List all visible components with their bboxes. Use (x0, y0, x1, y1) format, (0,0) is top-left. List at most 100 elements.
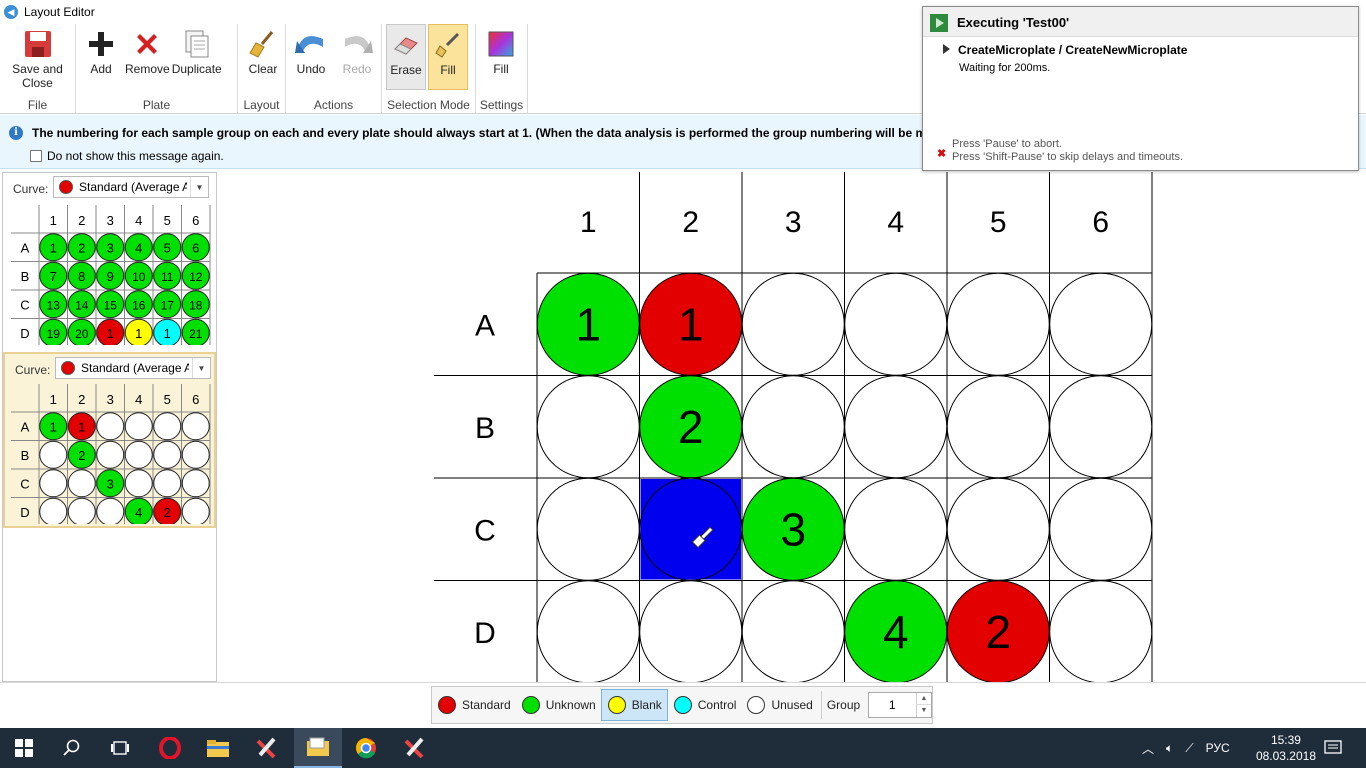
column-header: 4 (135, 213, 142, 228)
well-number: 12 (189, 270, 203, 284)
well-unused[interactable] (124, 412, 153, 441)
language-indicator[interactable]: РУС (1206, 741, 1230, 755)
well-unused[interactable] (536, 580, 640, 682)
well-unused[interactable] (39, 440, 68, 469)
remove-button[interactable]: Remove (125, 24, 170, 94)
well-unused[interactable] (536, 375, 640, 479)
network-icon[interactable]: ⟋ (1185, 741, 1193, 756)
column-header[interactable]: 4 (887, 206, 904, 239)
well-unused[interactable] (39, 469, 68, 498)
ribbon-group-layout: Clear Layout (238, 24, 286, 114)
well-unused[interactable] (844, 477, 948, 581)
curve-select[interactable]: Standard (Average A ▼ (55, 357, 211, 379)
column-header[interactable]: 2 (682, 206, 699, 239)
group-value[interactable]: 1 (869, 698, 915, 712)
clock[interactable]: 15:39 08.03.2018 (1256, 732, 1316, 764)
save-and-close-button[interactable]: Save and Close (3, 24, 72, 94)
row-header[interactable]: A (475, 309, 495, 342)
opera-icon[interactable] (146, 728, 194, 768)
legend-unknown[interactable]: Unknown (516, 689, 601, 721)
well-unused[interactable] (96, 440, 125, 469)
well-unused[interactable] (844, 272, 948, 376)
well-unused[interactable] (67, 469, 96, 498)
plate-grid[interactable]: 1 2 3 4 5 6 A B C D 1 1 2 3 4 2 (218, 172, 1366, 682)
legend-blank[interactable]: Blank (600, 689, 668, 721)
legend-standard[interactable]: Standard (432, 689, 516, 721)
well-unused[interactable] (946, 272, 1050, 376)
well-number: 1 (50, 240, 57, 255)
well-unused[interactable] (1049, 580, 1153, 682)
stepper-up-icon[interactable]: ▲ (916, 693, 931, 705)
well-unused[interactable] (741, 272, 845, 376)
column-header[interactable]: 3 (785, 206, 802, 239)
row-header: D (20, 505, 29, 520)
column-header: 1 (50, 213, 57, 228)
well-unused[interactable] (1049, 477, 1153, 581)
app-tool-icon[interactable] (243, 728, 291, 768)
volume-icon[interactable]: 🔈︎ (1166, 741, 1173, 756)
column-header[interactable]: 6 (1092, 206, 1109, 239)
window-title: Layout Editor (24, 5, 95, 19)
undo-button[interactable]: Undo (289, 24, 333, 94)
chevron-down-icon[interactable]: ▼ (192, 358, 210, 378)
well-unused[interactable] (124, 440, 153, 469)
curve-select[interactable]: Standard (Average A ▼ (53, 176, 209, 198)
chevron-up-icon[interactable]: ︿ (1142, 740, 1154, 757)
task-view-icon[interactable] (96, 728, 144, 768)
stepper-down-icon[interactable]: ▼ (916, 705, 931, 717)
row-header[interactable]: C (474, 514, 496, 547)
file-explorer-icon[interactable] (194, 728, 242, 768)
plate-thumbnail-1[interactable]: Curve: Standard (Average A ▼ 123456ABCD1… (3, 173, 216, 349)
row-header[interactable]: D (474, 617, 496, 650)
chevron-down-icon[interactable]: ▼ (190, 177, 208, 197)
fill-mode-button[interactable]: Fill (428, 24, 468, 90)
app-tool-icon-2[interactable] (391, 728, 439, 768)
undo-icon (295, 28, 327, 60)
well-unused[interactable] (946, 477, 1050, 581)
well-unused[interactable] (124, 469, 153, 498)
well-unused[interactable] (181, 440, 210, 469)
column-header[interactable]: 1 (580, 206, 597, 239)
well-unused[interactable] (1049, 375, 1153, 479)
well-unused[interactable] (96, 497, 125, 524)
column-header[interactable]: 5 (990, 206, 1007, 239)
well-unused[interactable] (153, 412, 182, 441)
well-unused[interactable] (153, 440, 182, 469)
redo-icon (341, 28, 373, 60)
erase-button[interactable]: Erase (386, 24, 426, 90)
well-unused[interactable] (181, 497, 210, 524)
windows-start-icon[interactable] (0, 728, 48, 768)
ribbon-group-label: Actions (313, 98, 354, 112)
well-unused[interactable] (639, 580, 743, 682)
well-unused[interactable] (67, 497, 96, 524)
well-number: 4 (883, 606, 909, 658)
well-unused[interactable] (741, 375, 845, 479)
group-stepper[interactable]: 1 ▲ ▼ (868, 692, 932, 718)
well-unused[interactable] (181, 412, 210, 441)
well-unused[interactable] (741, 580, 845, 682)
well-unused[interactable] (946, 375, 1050, 479)
search-icon[interactable] (48, 728, 96, 768)
row-header[interactable]: B (475, 412, 495, 445)
well-unused[interactable] (39, 497, 68, 524)
well-unused[interactable] (536, 477, 640, 581)
well-unused[interactable] (844, 375, 948, 479)
plate-thumbnail-2[interactable]: Curve: Standard (Average A ▼ 123456ABCD1… (3, 352, 216, 528)
execution-step: CreateMicroplate / CreateNewMicroplate (943, 43, 1187, 57)
folder-app-icon[interactable] (294, 728, 342, 768)
fill-settings-button[interactable]: Fill (479, 24, 523, 94)
well-unused[interactable] (96, 412, 125, 441)
legend-control[interactable]: Control (668, 689, 742, 721)
notification-icon[interactable] (1324, 728, 1342, 768)
well-unused[interactable] (181, 469, 210, 498)
well-unused[interactable] (153, 469, 182, 498)
do-not-show-checkbox[interactable] (30, 150, 42, 162)
do-not-show-label[interactable]: Do not show this message again. (47, 149, 224, 163)
redo-button[interactable]: Redo (335, 24, 379, 94)
add-button[interactable]: Add (79, 24, 123, 94)
clear-button[interactable]: Clear (241, 24, 285, 94)
well-unused[interactable] (1049, 272, 1153, 376)
chrome-icon[interactable] (342, 728, 390, 768)
legend-unused[interactable]: Unused (741, 689, 817, 721)
duplicate-button[interactable]: Duplicate (172, 24, 222, 94)
